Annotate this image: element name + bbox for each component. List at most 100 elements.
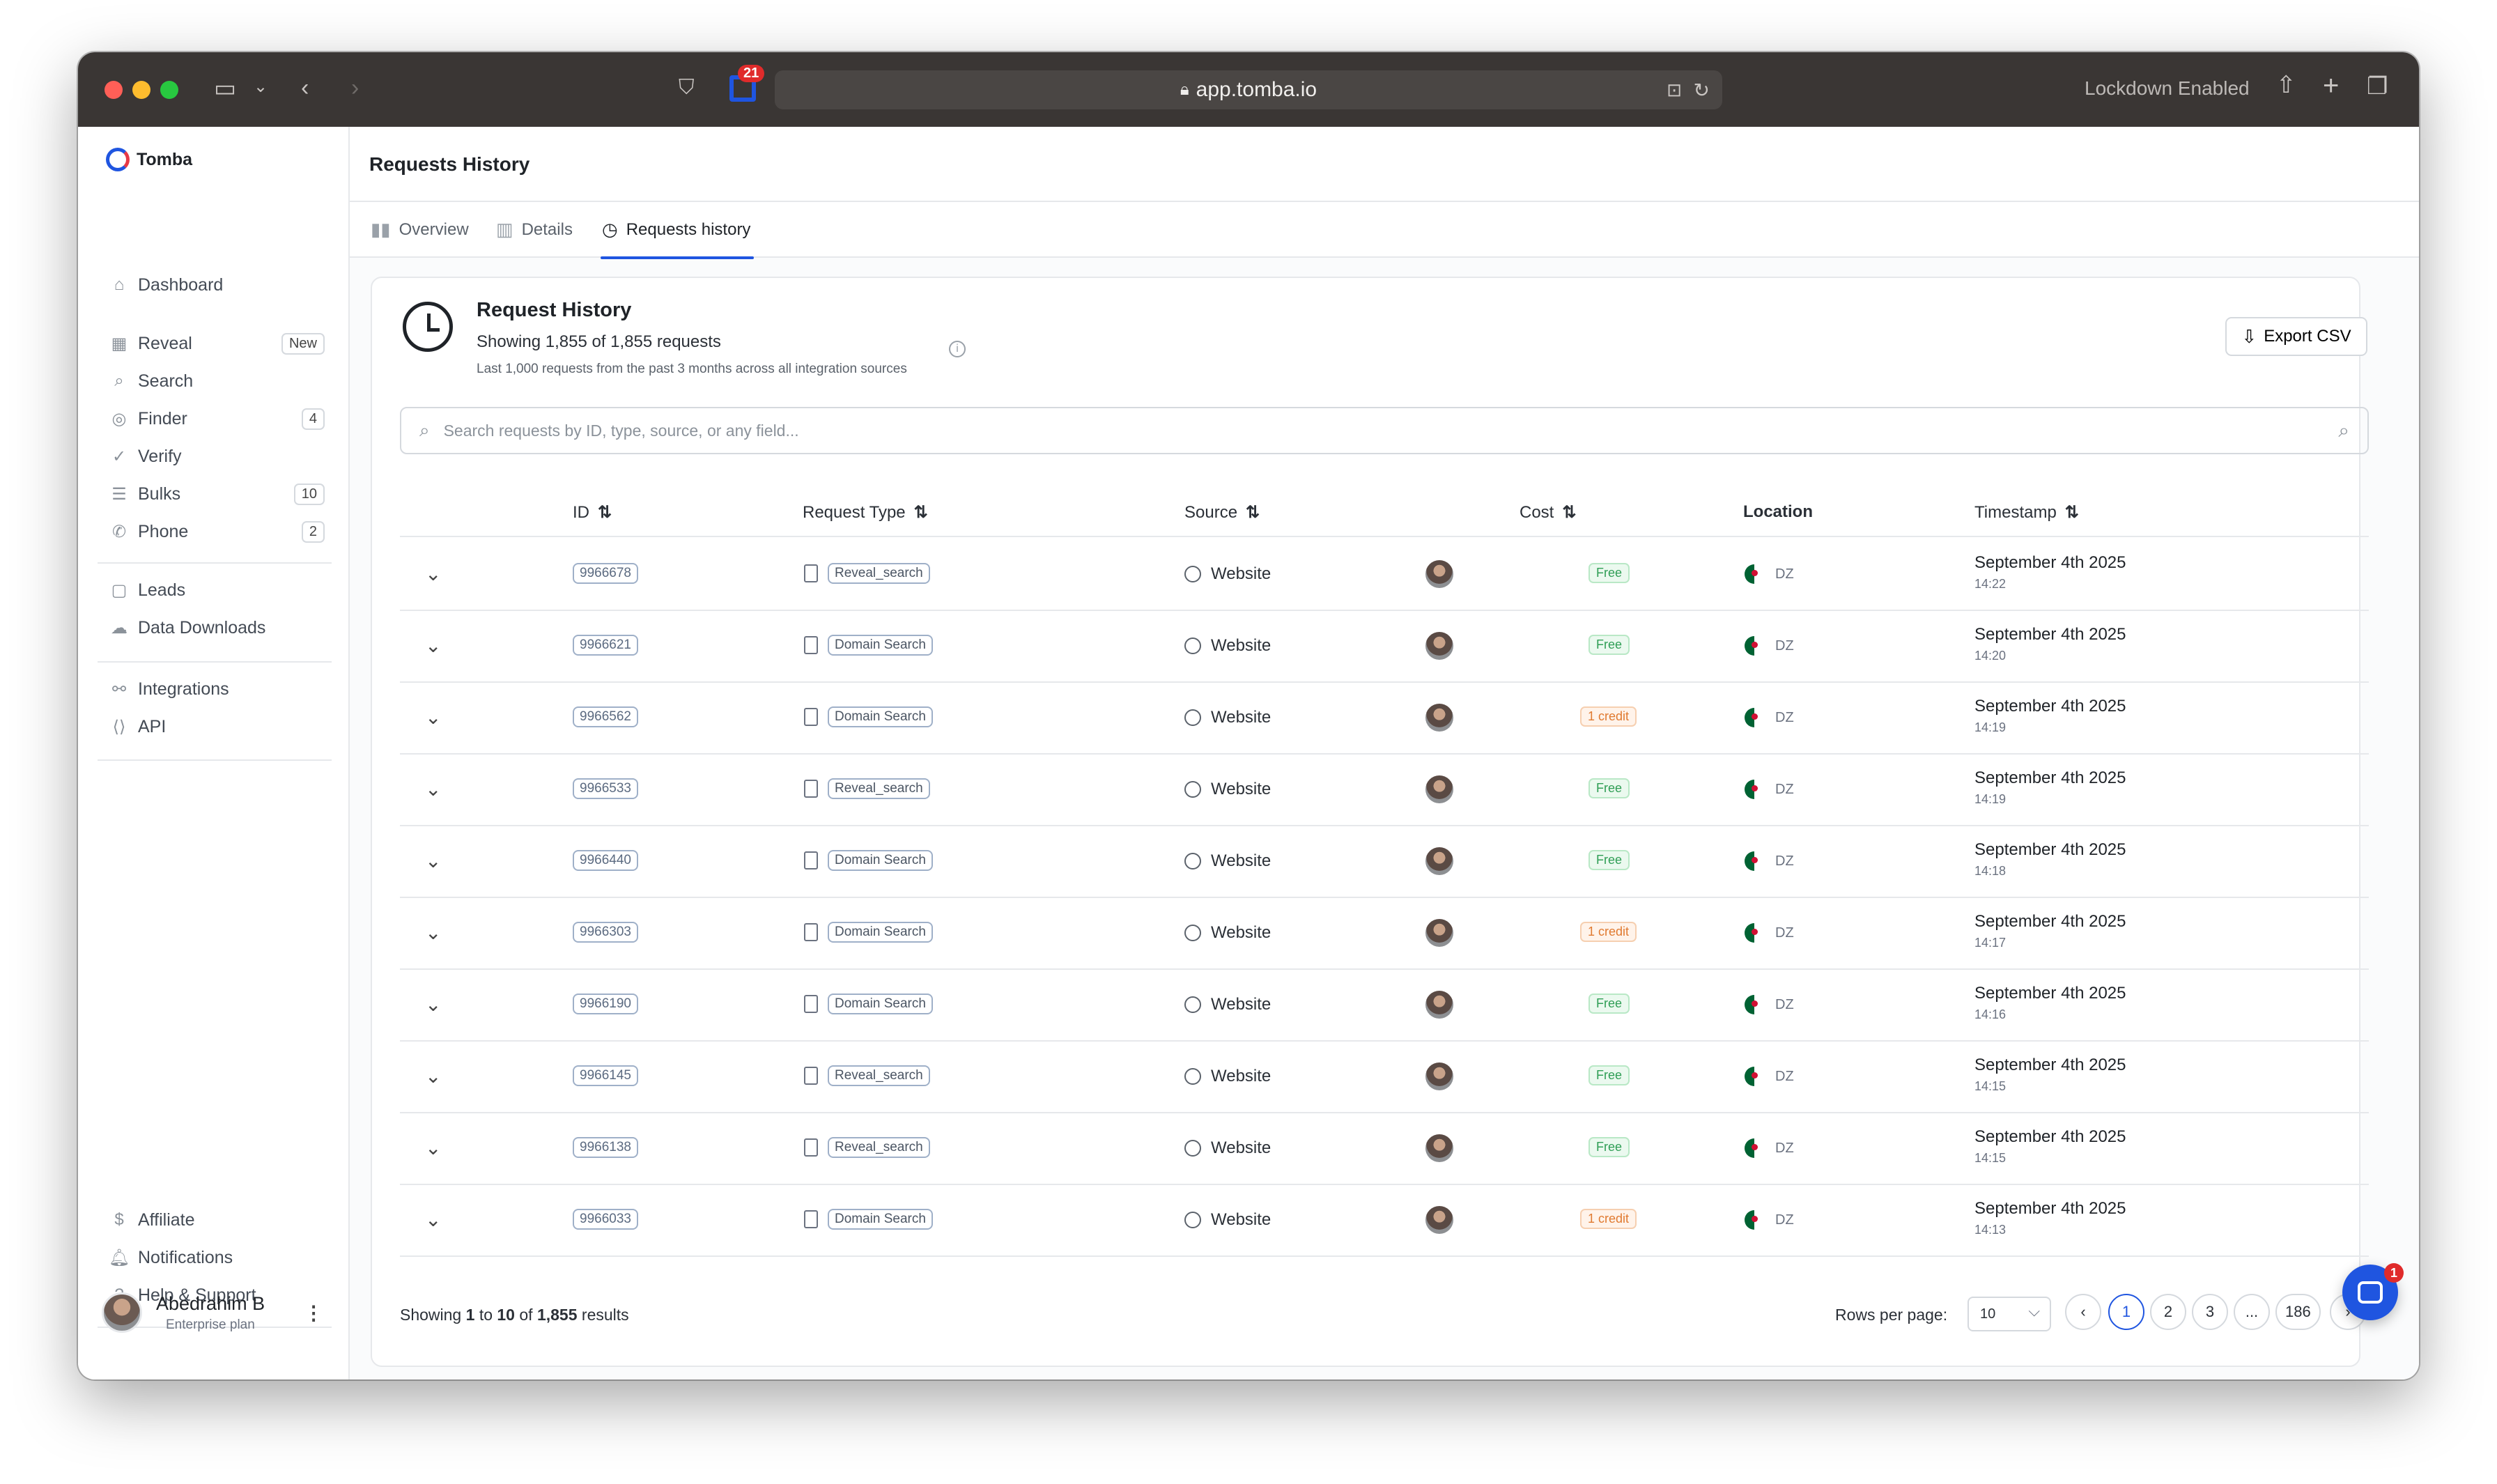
globe-icon bbox=[1184, 1212, 1201, 1228]
info-icon[interactable]: i bbox=[949, 341, 966, 357]
sort-icon[interactable]: ⇅ bbox=[598, 502, 612, 523]
column-cost[interactable]: Cost ⇅ bbox=[1520, 502, 1576, 523]
timestamp-cell: September 4th 2025 14:18 bbox=[1974, 840, 2126, 879]
column-id[interactable]: ID ⇅ bbox=[573, 502, 612, 523]
page-button-1[interactable]: 1 bbox=[2108, 1294, 2144, 1330]
sidebar-item-finder[interactable]: ◎ Finder 4 bbox=[109, 408, 325, 430]
expand-row-icon[interactable]: ⌄ bbox=[425, 994, 443, 1015]
request-id[interactable]: 9966138 bbox=[573, 1137, 638, 1158]
expand-row-icon[interactable]: ⌄ bbox=[425, 778, 443, 800]
more-options-icon[interactable]: ⋮ bbox=[304, 1301, 323, 1324]
table-row[interactable]: ⌄ 9966303 Domain Search Website 1 credit DZ Se… bbox=[400, 898, 2369, 970]
source-cell: Website bbox=[1184, 636, 1271, 656]
table-row[interactable]: ⌄ 9966033 Domain Search Website 1 credit DZ Se… bbox=[400, 1185, 2369, 1257]
sidebar-item-phone[interactable]: ✆ Phone 2 bbox=[109, 520, 325, 543]
request-id[interactable]: 9966562 bbox=[573, 706, 638, 727]
sidebar-item-bulks[interactable]: ☰ Bulks 10 bbox=[109, 483, 325, 505]
sort-icon[interactable]: ⇅ bbox=[914, 502, 928, 523]
column-timestamp[interactable]: Timestamp ⇅ bbox=[1974, 502, 2079, 523]
request-id[interactable]: 9966440 bbox=[573, 850, 638, 871]
table-row[interactable]: ⌄ 9966533 Reveal_search Website Free DZ Septem… bbox=[400, 755, 2369, 826]
tab-overview[interactable]: ▮▮ Overview bbox=[371, 219, 469, 240]
new-tab-icon[interactable]: + bbox=[2323, 72, 2339, 100]
cost-badge: Free bbox=[1588, 1065, 1630, 1085]
column-request-type[interactable]: Request Type ⇅ bbox=[803, 502, 928, 523]
source-label: Website bbox=[1211, 780, 1271, 798]
request-id[interactable]: 9966190 bbox=[573, 994, 638, 1014]
tab-label: Details bbox=[521, 219, 573, 239]
page-button-last[interactable]: 186 bbox=[2275, 1294, 2321, 1330]
sidebar-item-data-downloads[interactable]: ☁ Data Downloads bbox=[109, 617, 325, 638]
export-csv-button[interactable]: ⇩ Export CSV bbox=[2225, 317, 2367, 356]
sidebar-item-label: Notifications bbox=[138, 1247, 233, 1267]
expand-row-icon[interactable]: ⌄ bbox=[425, 1065, 443, 1087]
sidebar-toggle-icon[interactable]: ▭ bbox=[214, 77, 236, 100]
share-icon[interactable]: ⇧ bbox=[2276, 73, 2296, 97]
sidebar-item-integrations[interactable]: ⚯ Integrations bbox=[109, 679, 325, 700]
shield-icon[interactable]: ⛉ bbox=[679, 77, 695, 98]
request-id[interactable]: 9966145 bbox=[573, 1065, 638, 1086]
sort-icon[interactable]: ⇅ bbox=[2065, 502, 2079, 523]
page-button-2[interactable]: 2 bbox=[2150, 1294, 2186, 1330]
sort-icon[interactable]: ⇅ bbox=[1246, 502, 1260, 523]
sidebar-item-dashboard[interactable]: ⌂ Dashboard bbox=[109, 275, 325, 295]
table-row[interactable]: ⌄ 9966621 Domain Search Website Free DZ Septem… bbox=[400, 611, 2369, 683]
expand-row-icon[interactable]: ⌄ bbox=[425, 1137, 443, 1159]
request-id[interactable]: 9966303 bbox=[573, 922, 638, 943]
close-window-button[interactable] bbox=[105, 81, 123, 99]
expand-row-icon[interactable]: ⌄ bbox=[425, 563, 443, 585]
user-profile[interactable]: Abedrahim B Enterprise plan ⋮ bbox=[102, 1292, 323, 1333]
user-name: Abedrahim B bbox=[156, 1292, 265, 1314]
request-type: Domain Search bbox=[828, 994, 933, 1014]
table-row[interactable]: ⌄ 9966562 Domain Search Website 1 credit DZ Se… bbox=[400, 683, 2369, 755]
expand-row-icon[interactable]: ⌄ bbox=[425, 850, 443, 872]
request-id[interactable]: 9966678 bbox=[573, 563, 638, 584]
column-label: Location bbox=[1743, 502, 1813, 521]
sidebar-item-notifications[interactable]: 🔔︎ Notifications bbox=[109, 1247, 325, 1268]
id-cell: 9966562 bbox=[573, 706, 638, 727]
tabs-overview-icon[interactable]: ❐ bbox=[2367, 75, 2388, 98]
column-source[interactable]: Source ⇅ bbox=[1184, 502, 1260, 523]
tab-requests-history[interactable]: ◷ Requests history bbox=[602, 219, 750, 240]
rows-per-page-select[interactable]: 10 bbox=[1968, 1297, 2051, 1331]
prev-page-button[interactable]: ‹ bbox=[2065, 1294, 2101, 1330]
sort-icon[interactable]: ⇅ bbox=[1562, 502, 1576, 523]
tab-details[interactable]: ▥ Details bbox=[496, 219, 573, 240]
sidebar-item-api[interactable]: ⟨⟩ API bbox=[109, 716, 325, 737]
timestamp-date: September 4th 2025 bbox=[1974, 697, 2126, 716]
sidebar-item-reveal[interactable]: ▦ Reveal New bbox=[109, 332, 325, 355]
search-input[interactable]: ⌕ Search requests by ID, type, source, o… bbox=[400, 407, 2369, 454]
request-id[interactable]: 9966533 bbox=[573, 778, 638, 799]
expand-row-icon[interactable]: ⌄ bbox=[425, 922, 443, 943]
sidebar-item-search[interactable]: ⌕ Search bbox=[109, 371, 325, 392]
address-bar[interactable]: 🔒︎ app.tomba.io ⊡ ↻ bbox=[775, 70, 1722, 109]
timestamp-time: 14:19 bbox=[1974, 792, 2007, 806]
page-button-3[interactable]: 3 bbox=[2192, 1294, 2228, 1330]
table-row[interactable]: ⌄ 9966138 Reveal_search Website Free DZ Septem… bbox=[400, 1113, 2369, 1185]
sidebar-item-affiliate[interactable]: $ Affiliate bbox=[109, 1209, 325, 1230]
timestamp-cell: September 4th 2025 14:17 bbox=[1974, 912, 2126, 950]
sidebar-item-leads[interactable]: ▢ Leads bbox=[109, 580, 325, 601]
table-row[interactable]: ⌄ 9966440 Domain Search Website Free DZ Septem… bbox=[400, 826, 2369, 898]
chevron-down-icon[interactable]: ⌄ bbox=[254, 79, 268, 95]
location-cell: DZ bbox=[1745, 708, 1794, 727]
reload-icon[interactable]: ↻ bbox=[1694, 79, 1710, 102]
search-submit-icon[interactable]: ⌕ bbox=[2338, 419, 2349, 442]
table-row[interactable]: ⌄ 9966190 Domain Search Website Free DZ Septem… bbox=[400, 970, 2369, 1042]
minimize-window-button[interactable] bbox=[132, 81, 150, 99]
sidebar-item-label: Dashboard bbox=[138, 275, 224, 295]
table-row[interactable]: ⌄ 9966678 Reveal_search Website Free DZ Septem… bbox=[400, 539, 2369, 611]
expand-row-icon[interactable]: ⌄ bbox=[425, 635, 443, 656]
sidebar-item-verify[interactable]: ✓ Verify bbox=[109, 446, 325, 467]
brand-logo[interactable]: Tomba bbox=[106, 148, 192, 171]
zoom-window-button[interactable] bbox=[160, 81, 178, 99]
sidebar-item-label: Phone bbox=[138, 521, 189, 541]
back-icon[interactable]: ‹ bbox=[301, 76, 309, 100]
expand-row-icon[interactable]: ⌄ bbox=[425, 706, 443, 728]
translate-icon[interactable]: ⊡ bbox=[1667, 79, 1682, 101]
forward-icon[interactable]: › bbox=[351, 76, 359, 100]
table-row[interactable]: ⌄ 9966145 Reveal_search Website Free DZ Septem… bbox=[400, 1042, 2369, 1113]
expand-row-icon[interactable]: ⌄ bbox=[425, 1209, 443, 1230]
request-id[interactable]: 9966033 bbox=[573, 1209, 638, 1230]
request-id[interactable]: 9966621 bbox=[573, 635, 638, 656]
